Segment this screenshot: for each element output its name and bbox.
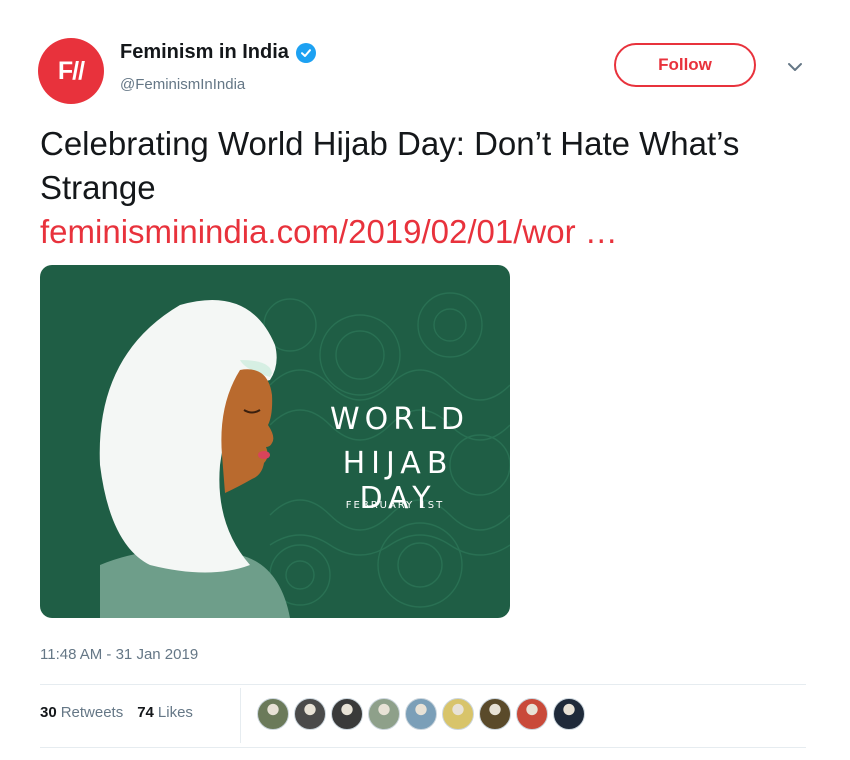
divider [40,747,806,748]
chevron-down-icon[interactable] [784,58,806,76]
liker-avatar[interactable] [405,698,437,730]
liker-avatar[interactable] [553,698,585,730]
tweet-image[interactable]: WORLD HIJAB DAY FEBRUARY 1ST [40,265,510,618]
liker-avatar[interactable] [479,698,511,730]
liker-avatar[interactable] [331,698,363,730]
handle[interactable]: @FeminismInIndia [120,76,245,93]
name-row: Feminism in India [120,41,316,64]
liker-avatar[interactable] [442,698,474,730]
likes-label: Likes [157,704,193,721]
liker-avatar[interactable] [257,698,289,730]
liker-avatar[interactable] [294,698,326,730]
liker-avatar[interactable] [368,698,400,730]
tweet-card: F// Feminism in India @FeminismInIndia F… [0,0,850,760]
retweets-count: 30 [40,704,57,721]
divider [40,684,806,685]
tweet-link[interactable]: feminisminindia.com/2019/02/01/wor … [40,210,820,254]
retweets-stat[interactable]: 30 Retweets [40,704,123,721]
liker-avatar[interactable] [516,698,548,730]
likes-stat[interactable]: 74 Likes [137,704,193,721]
follow-button[interactable]: Follow [614,43,756,87]
tweet-stats: 30 Retweets 74 Likes [40,704,207,721]
retweets-label: Retweets [60,704,124,721]
avatar-logo-text: F// [57,56,85,85]
image-subtitle: FEBRUARY 1ST [345,500,445,511]
avatar[interactable]: F// [38,38,104,104]
timestamp[interactable]: 11:48 AM - 31 Jan 2019 [40,646,198,663]
tweet-text: Celebrating World Hijab Day: Don’t Hate … [40,125,740,206]
likes-count: 74 [137,704,154,721]
display-name[interactable]: Feminism in India [120,41,289,64]
liker-avatars [257,698,590,730]
hijab-illustration [40,265,510,618]
stats-divider [240,688,241,743]
verified-badge-icon [295,42,316,63]
image-title-line-1: WORLD [330,402,469,437]
